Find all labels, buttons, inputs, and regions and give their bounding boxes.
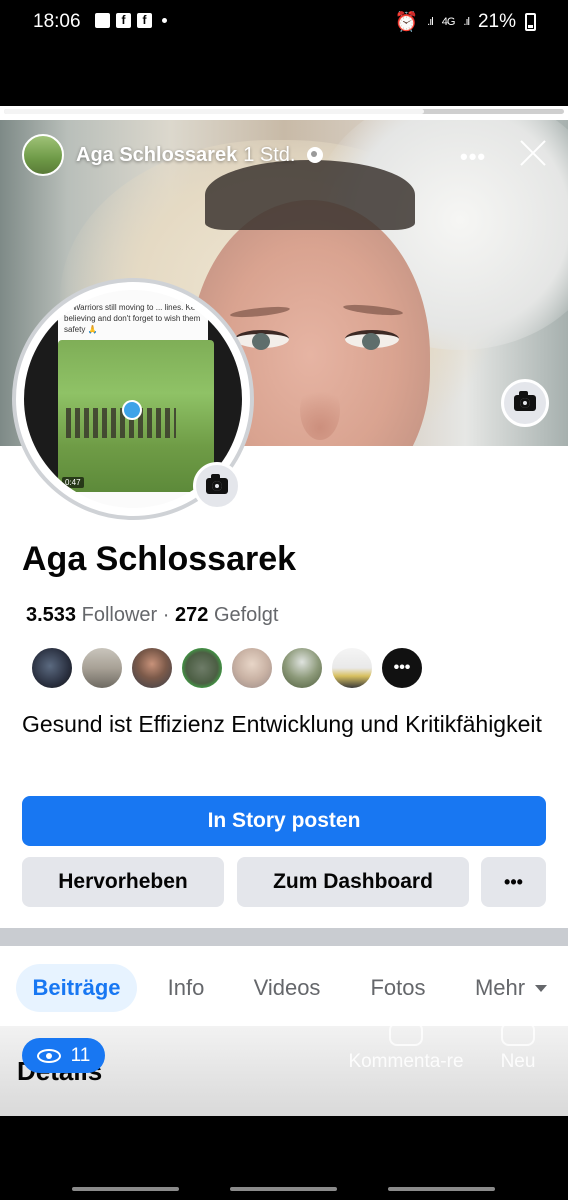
profile-bio: Gesund ist Effizienz Entwicklung und Kri… xyxy=(22,711,542,737)
story-views-button[interactable]: 11 xyxy=(22,1038,105,1073)
following-count[interactable]: 272 xyxy=(175,604,208,626)
stats-separator: · xyxy=(162,604,170,626)
soldiers-image xyxy=(66,408,176,438)
battery-icon xyxy=(525,13,536,31)
comments-label: Kommenta-re xyxy=(348,1051,464,1072)
close-button[interactable] xyxy=(518,138,548,168)
status-time: 18:06 xyxy=(33,11,81,32)
facebook-icon: f xyxy=(116,13,131,28)
video-duration: 0:47 xyxy=(62,477,84,488)
details-section: Details 11 Kommenta-re Neu xyxy=(0,1022,568,1116)
chevron-down-icon xyxy=(535,984,548,992)
add-to-story-button[interactable]: In Story posten xyxy=(22,796,546,846)
camera-icon xyxy=(514,391,536,411)
follower-avatar[interactable] xyxy=(280,646,324,690)
follower-avatars: ••• xyxy=(30,646,424,690)
battery-percent: 21% xyxy=(477,11,516,32)
new-story-button[interactable]: Neu xyxy=(490,1022,546,1074)
play-icon xyxy=(122,400,142,420)
gallery-icon xyxy=(95,13,110,28)
cover-nose xyxy=(300,380,340,440)
tab-posts[interactable]: Beiträge xyxy=(16,964,137,1012)
camera-icon xyxy=(206,474,228,494)
followers-count[interactable]: 3.533 xyxy=(26,604,76,626)
comment-icon xyxy=(389,1022,423,1046)
story-author-name[interactable]: Aga Schlossarek xyxy=(76,144,237,167)
alarm-icon: ⏰ xyxy=(394,12,419,33)
back-button[interactable] xyxy=(388,1187,495,1191)
tab-more[interactable]: Mehr xyxy=(466,964,556,1012)
notification-icons: f f xyxy=(95,13,167,28)
profile-tabs: Beiträge Info Videos Fotos Mehr xyxy=(0,946,568,1026)
edit-cover-camera-button[interactable] xyxy=(501,379,549,427)
follower-avatar[interactable] xyxy=(230,646,274,690)
status-bar: 18:06 f f ⏰ .ıl 4G .ıl 21% xyxy=(0,0,568,44)
shared-post-video-thumbnail: 0:47 xyxy=(58,340,214,492)
tab-more-label: Mehr xyxy=(474,975,526,1000)
new-icon xyxy=(501,1022,535,1046)
globe-icon xyxy=(307,147,324,163)
section-divider xyxy=(0,928,568,946)
tab-videos[interactable]: Videos xyxy=(245,964,329,1012)
follower-avatar[interactable] xyxy=(130,646,174,690)
system-icons: ⏰ .ıl 4G .ıl 21% xyxy=(394,10,536,34)
edit-profile-picture-camera-button[interactable] xyxy=(193,462,241,510)
comments-button[interactable]: Kommenta-re xyxy=(347,1022,465,1074)
more-notifications-icon xyxy=(162,18,167,23)
shared-post-text: ... Warriors still moving to ... lines. … xyxy=(64,303,205,334)
profile-name: Aga Schlossarek xyxy=(22,540,297,578)
profile-picture-border xyxy=(24,290,58,508)
story-header: Aga Schlossarek 1 Std. xyxy=(22,134,324,176)
story-progress-bar xyxy=(4,109,564,114)
eye-icon xyxy=(36,1048,61,1063)
recent-apps-button[interactable] xyxy=(72,1187,179,1191)
following-label[interactable]: Gefolgt xyxy=(214,604,278,626)
signal-icon: .ıl xyxy=(463,16,469,28)
highlight-button[interactable]: Hervorheben xyxy=(22,857,224,907)
follower-avatar[interactable] xyxy=(80,646,124,690)
follower-avatar[interactable] xyxy=(30,646,74,690)
story-viewer[interactable]: Aga Schlossarek 1 Std. ••• ... Warriors … xyxy=(0,106,568,1116)
facebook-icon: f xyxy=(137,13,152,28)
story-timestamp: 1 Std. xyxy=(243,143,296,166)
story-progress-fill xyxy=(4,109,424,114)
system-navigation-bar xyxy=(0,1175,568,1200)
views-count: 11 xyxy=(70,1044,91,1066)
follow-stats: 3.533 Follower · 272 Gefolgt xyxy=(26,604,278,627)
tab-photos[interactable]: Fotos xyxy=(359,964,437,1012)
signal-icon: .ıl xyxy=(427,16,433,28)
more-actions-button[interactable]: ••• xyxy=(481,857,546,907)
dashboard-button[interactable]: Zum Dashboard xyxy=(237,857,469,907)
network-type-label: 4G xyxy=(441,16,456,28)
tab-info[interactable]: Info xyxy=(156,964,216,1012)
follower-avatar[interactable] xyxy=(330,646,374,690)
more-options-button[interactable]: ••• xyxy=(460,144,486,170)
story-author-avatar[interactable] xyxy=(22,134,64,176)
new-label: Neu xyxy=(500,1051,536,1072)
followers-label[interactable]: Follower xyxy=(82,604,158,626)
more-followers-button[interactable]: ••• xyxy=(380,646,424,690)
cover-eye xyxy=(235,330,289,350)
home-button[interactable] xyxy=(230,1187,337,1191)
cover-eye xyxy=(345,330,399,350)
follower-avatar[interactable] xyxy=(180,646,224,690)
